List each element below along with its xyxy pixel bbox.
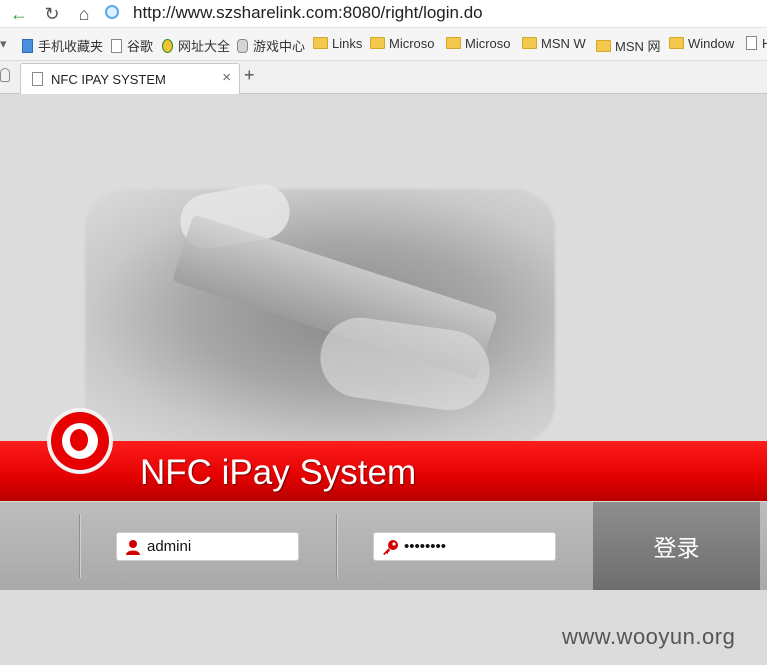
bookmark-label: H: [762, 36, 767, 51]
bookmark-item[interactable]: Microso: [370, 36, 435, 51]
page-icon: [32, 72, 43, 86]
username-field[interactable]: [116, 532, 299, 561]
home-icon[interactable]: ⌂: [74, 4, 94, 24]
bookmark-item[interactable]: MSN 网: [596, 36, 661, 55]
divider: [336, 514, 337, 578]
folder-icon: [522, 37, 537, 49]
folder-icon: [596, 40, 611, 52]
bookmark-item[interactable]: Links: [313, 36, 362, 51]
bookmarks-menu-icon[interactable]: ▾: [0, 36, 7, 52]
site-globe-icon: [105, 5, 119, 19]
user-icon: [126, 540, 140, 555]
bookmark-label: Window: [688, 36, 735, 51]
bookmark-label: Microso: [389, 36, 435, 51]
bookmark-label: 谷歌: [127, 39, 154, 54]
portal-icon: [162, 39, 173, 53]
logo-mark: [70, 429, 88, 451]
logo-inner: [62, 423, 98, 459]
folder-icon: [313, 37, 328, 49]
folder-icon: [370, 37, 385, 49]
bookmarks-bar: ▾ 手机收藏夹 谷歌 网址大全 游戏中心 Links Microso Micro…: [0, 28, 767, 61]
title-banner: NFC iPay System: [0, 441, 767, 501]
close-icon[interactable]: ×: [222, 69, 231, 86]
tab-nfc-ipay[interactable]: NFC IPAY SYSTEM ×: [20, 63, 240, 94]
new-tab-icon[interactable]: +: [244, 65, 255, 86]
bookmark-item[interactable]: Microso: [446, 36, 511, 51]
password-input[interactable]: [404, 537, 549, 556]
bookmark-label: MSN 网: [615, 39, 661, 54]
divider: [79, 514, 80, 578]
bookmark-label: Links: [332, 36, 363, 51]
watermark: www.wooyun.org: [562, 624, 736, 649]
url-field[interactable]: http://www.szsharelink.com:8080/right/lo…: [133, 3, 483, 23]
bookmark-label: 手机收藏夹: [38, 39, 104, 54]
login-page: NFC iPay System 登录 www.wooyun.org: [0, 94, 767, 665]
page-title: NFC iPay System: [140, 453, 417, 492]
folder-icon: [669, 37, 684, 49]
page-icon: [746, 36, 757, 50]
bookmark-item[interactable]: 网址大全: [162, 36, 230, 55]
address-bar: ← ↻ ⌂ http://www.szsharelink.com:8080/ri…: [0, 0, 767, 28]
password-field[interactable]: [373, 532, 556, 561]
bookmark-label: Microso: [465, 36, 511, 51]
reload-icon[interactable]: ↻: [42, 4, 62, 24]
key-icon: [383, 540, 398, 555]
bookmark-item[interactable]: Window: [669, 36, 734, 51]
username-input[interactable]: [147, 537, 292, 556]
login-button[interactable]: 登录: [593, 502, 760, 590]
gamepad-icon: [237, 39, 248, 53]
tab-title: NFC IPAY SYSTEM: [51, 72, 166, 87]
login-bar: 登录: [0, 502, 767, 590]
back-arrow-icon[interactable]: ←: [9, 4, 29, 24]
bookmark-label: MSN W: [541, 36, 586, 51]
tab-strip: NFC IPAY SYSTEM × +: [0, 61, 767, 94]
bookmark-item[interactable]: 手机收藏夹: [22, 36, 103, 55]
bookmark-item[interactable]: H: [746, 36, 767, 51]
tab-overflow-icon[interactable]: [0, 68, 10, 82]
bookmark-item[interactable]: 谷歌: [111, 36, 153, 55]
bookmark-item[interactable]: 游戏中心: [237, 36, 305, 55]
bookmark-label: 游戏中心: [253, 39, 306, 54]
bookmark-item[interactable]: MSN W: [522, 36, 586, 51]
folder-icon: [446, 37, 461, 49]
bookmark-label: 网址大全: [178, 39, 231, 54]
page-icon: [111, 39, 122, 53]
phone-icon: [22, 39, 33, 53]
vodafone-logo: [51, 412, 109, 470]
